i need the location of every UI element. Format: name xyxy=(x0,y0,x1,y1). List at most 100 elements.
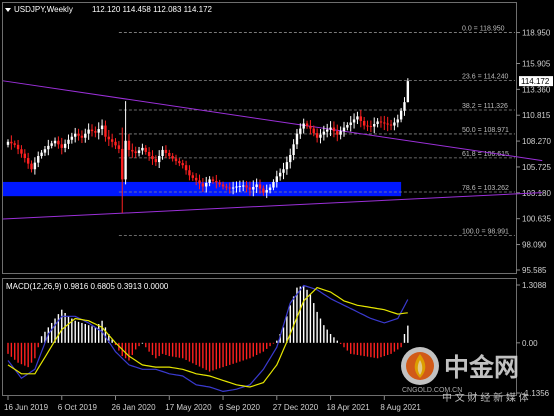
candle-body xyxy=(406,81,410,103)
candle-body xyxy=(268,187,272,191)
candle-body xyxy=(275,176,278,182)
candle-body xyxy=(332,127,336,132)
macd-bar xyxy=(158,342,160,357)
macd-bar xyxy=(17,342,19,363)
candle-body xyxy=(339,131,342,135)
macd-bar xyxy=(350,342,352,354)
candle-body xyxy=(356,116,359,120)
candle-body xyxy=(359,116,362,121)
macd-bar xyxy=(239,342,241,362)
macd-bar xyxy=(333,337,335,343)
candle-body xyxy=(30,163,33,170)
macd-bar xyxy=(84,324,86,343)
price-axis: 118.950 115.905 113.360 110.815 108.270 105.7… xyxy=(516,29,551,275)
candle-body xyxy=(151,156,154,160)
chart-symbol: USDJPY,Weekly xyxy=(14,5,73,14)
macd-bar xyxy=(50,322,53,343)
macd-bar xyxy=(30,342,33,363)
candle-body xyxy=(114,141,117,146)
candle-body xyxy=(329,127,332,130)
candle-body xyxy=(221,184,225,187)
fib-level-label: 100.0 = 98.991 xyxy=(462,228,509,235)
candle-body xyxy=(107,136,110,140)
time-tick-label: 27 Dec 2020 xyxy=(273,403,319,412)
candle-body xyxy=(47,145,50,150)
macd-bar xyxy=(81,322,83,343)
candle-body xyxy=(258,184,262,189)
macd-bar xyxy=(292,296,295,343)
macd-bar xyxy=(205,342,207,370)
watermark-brand: 中金网 xyxy=(444,353,519,382)
macd-bar xyxy=(326,329,328,343)
candle-body xyxy=(154,159,158,163)
symbol-marker-icon xyxy=(5,8,11,12)
candle-body xyxy=(248,187,252,190)
macd-bar xyxy=(393,342,396,352)
time-tick-label: 17 May 2020 xyxy=(165,403,212,412)
time-tick-label: 6 Sep 2020 xyxy=(219,403,260,412)
candle-body xyxy=(87,129,90,134)
candle-body xyxy=(23,153,26,159)
candle-body xyxy=(97,129,100,133)
fib-level-label: 50.0 = 108.971 xyxy=(462,127,509,134)
candle-body xyxy=(369,126,373,128)
macd-bar xyxy=(403,333,406,343)
fib-level-label: 38.2 = 111.326 xyxy=(462,103,508,110)
candle-body xyxy=(191,175,194,178)
candle-body xyxy=(26,158,30,164)
macd-bar xyxy=(131,342,134,355)
candle-body xyxy=(181,163,184,166)
macd-bar xyxy=(7,342,9,354)
candle-body xyxy=(208,179,211,183)
macd-bar xyxy=(252,342,254,357)
macd-bar xyxy=(141,342,144,344)
price-tick-label: 105.725 xyxy=(522,163,551,172)
macd-bar xyxy=(124,342,127,359)
macd-bar xyxy=(192,342,194,364)
candle-body xyxy=(70,136,74,140)
macd-bar xyxy=(24,342,26,366)
macd-bar xyxy=(276,340,278,343)
candle-body xyxy=(124,140,127,180)
macd-bar xyxy=(339,342,342,344)
candle-body xyxy=(127,140,131,150)
macd-bar xyxy=(313,303,315,343)
candle-body xyxy=(63,143,67,148)
macd-bar xyxy=(67,316,70,343)
macd-bar xyxy=(148,342,150,352)
candle-body xyxy=(100,125,104,130)
candle-body xyxy=(231,187,235,189)
main-panel-frame xyxy=(2,2,517,274)
macd-bar xyxy=(57,314,60,343)
macd-bar xyxy=(14,342,16,360)
candle-body xyxy=(178,161,181,164)
candle-body xyxy=(282,169,285,173)
time-tick-label: 8 Aug 2021 xyxy=(380,403,421,412)
macd-bar xyxy=(40,336,43,343)
macd-bar xyxy=(10,342,13,357)
macd-tick-label: 1.3088 xyxy=(522,281,547,290)
candle-body xyxy=(225,186,228,188)
macd-bar xyxy=(259,342,261,354)
macd-bar xyxy=(373,342,375,358)
candle-body xyxy=(312,128,315,134)
candle-body xyxy=(67,139,70,144)
candle-body xyxy=(121,148,124,180)
macd-bar xyxy=(34,342,36,359)
macd-bar xyxy=(262,342,265,352)
candle-body xyxy=(326,129,329,132)
candle-body xyxy=(104,125,107,137)
candle-body xyxy=(302,123,305,129)
macd-bar xyxy=(94,327,97,343)
candle-body xyxy=(252,187,255,190)
macd-bar xyxy=(282,327,285,343)
candle-body xyxy=(309,126,312,129)
macd-bar xyxy=(168,342,170,357)
chart-canvas: 118.950 115.905 113.360 110.815 108.270 105.7… xyxy=(2,2,553,412)
macd-bar xyxy=(319,318,322,343)
price-tick-label: 115.905 xyxy=(522,59,551,68)
candle-body xyxy=(393,122,396,126)
macd-bar xyxy=(145,342,147,348)
candle-body xyxy=(265,190,268,193)
macd-bar xyxy=(138,342,140,347)
